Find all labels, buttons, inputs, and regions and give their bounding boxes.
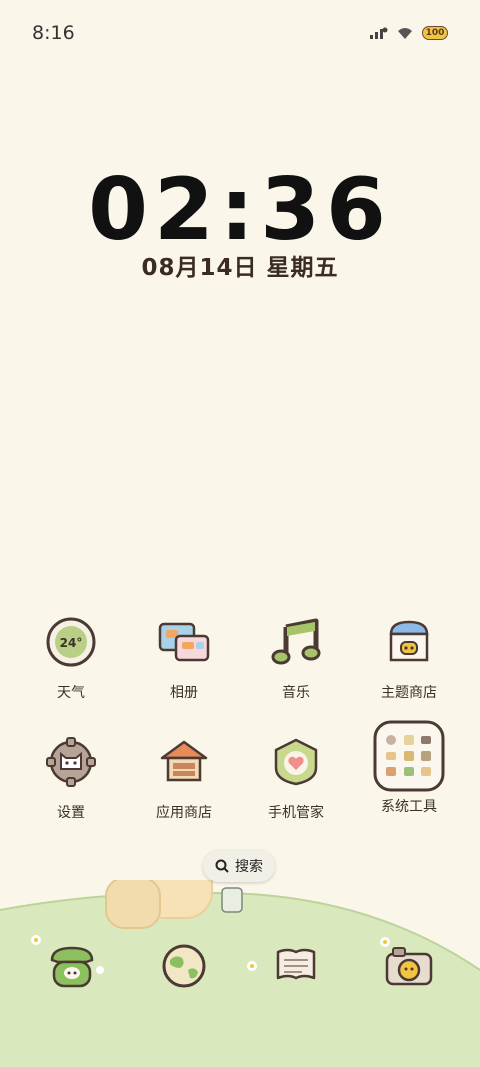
- messages-icon: [276, 948, 316, 980]
- phone-manager-icon: [264, 730, 328, 794]
- phone-icon: [50, 946, 94, 988]
- dock-messages[interactable]: [268, 938, 324, 994]
- app-store-icon: [152, 730, 216, 794]
- app-weather[interactable]: 24° 天气: [21, 610, 121, 702]
- lockscreen-date: 08月14日 星期五: [141, 255, 339, 281]
- dock-camera[interactable]: [381, 938, 437, 994]
- system-tools-folder-icon: [373, 720, 445, 792]
- status-icons: 100: [368, 26, 448, 40]
- app-theme-store[interactable]: 主题商店: [359, 610, 459, 702]
- app-label: 设置: [57, 805, 85, 821]
- signal-icon: [370, 27, 388, 39]
- search-button[interactable]: 搜索: [203, 850, 275, 882]
- app-label: 应用商店: [156, 805, 212, 821]
- gallery-icon: [152, 610, 216, 674]
- app-music[interactable]: 音乐: [246, 610, 346, 702]
- browser-globe-icon: [162, 944, 206, 988]
- theme-store-icon: [377, 610, 441, 674]
- app-label: 系统工具: [381, 799, 437, 815]
- svg-text:24°: 24°: [60, 636, 83, 650]
- app-app-store[interactable]: 应用商店: [134, 730, 234, 822]
- status-time: 8:16: [32, 22, 75, 44]
- settings-icon: [39, 730, 103, 794]
- dock-phone[interactable]: [44, 938, 100, 994]
- app-phone-manager[interactable]: 手机管家: [246, 730, 346, 822]
- app-label: 主题商店: [381, 685, 437, 701]
- music-icon: [264, 610, 328, 674]
- app-label: 天气: [57, 685, 85, 701]
- weather-icon: 24°: [39, 610, 103, 674]
- app-label: 相册: [170, 685, 198, 701]
- wifi-icon: [398, 28, 412, 39]
- folder-system-tools[interactable]: 系统工具: [359, 720, 459, 816]
- status-bar: 8:16 100: [0, 0, 480, 64]
- battery-indicator: 100: [422, 26, 448, 40]
- search-label: 搜索: [235, 859, 263, 875]
- app-label: 音乐: [282, 685, 310, 701]
- dock-browser[interactable]: [156, 938, 212, 994]
- app-label: 手机管家: [268, 805, 324, 821]
- app-settings[interactable]: 设置: [21, 730, 121, 822]
- camera-icon: [385, 947, 433, 986]
- lockscreen-clock: 02:36: [88, 160, 392, 260]
- app-gallery[interactable]: 相册: [134, 610, 234, 702]
- search-icon: [215, 859, 229, 873]
